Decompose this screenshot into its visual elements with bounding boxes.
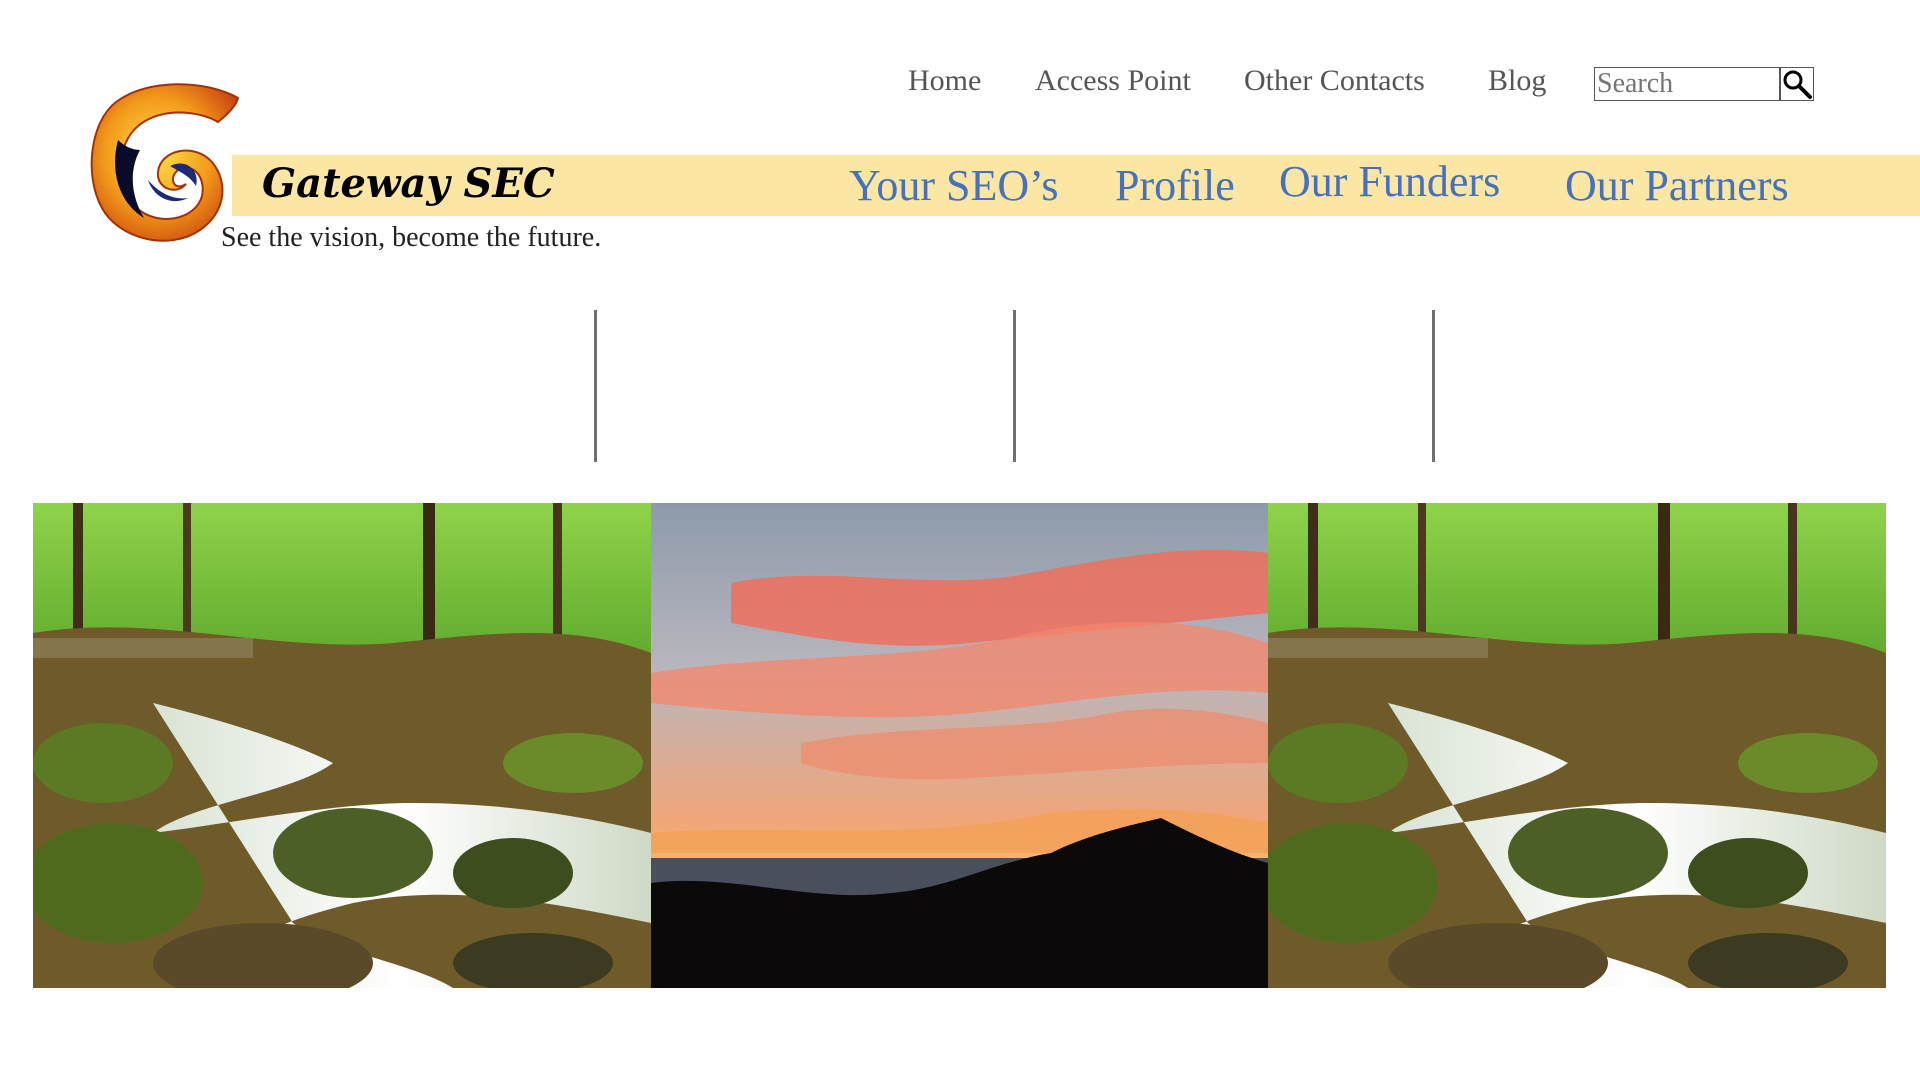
brand-tagline: See the vision, become the future. bbox=[221, 222, 602, 253]
forest-stream-photo bbox=[33, 503, 651, 988]
main-nav-profile[interactable]: Profile bbox=[1115, 160, 1235, 211]
main-nav-our-partners[interactable]: Our Partners bbox=[1565, 160, 1789, 211]
column-divider bbox=[1013, 310, 1016, 462]
nav-link-other-contacts[interactable]: Other Contacts bbox=[1244, 64, 1425, 98]
column-divider bbox=[594, 310, 597, 462]
forest-stream-photo bbox=[1268, 503, 1886, 988]
main-nav-your-seos[interactable]: Your SEO’s bbox=[849, 160, 1059, 211]
column-divider bbox=[1432, 310, 1435, 462]
nav-link-home[interactable]: Home bbox=[908, 64, 981, 98]
main-nav-our-funders[interactable]: Our Funders bbox=[1279, 156, 1500, 207]
nav-link-blog[interactable]: Blog bbox=[1488, 64, 1546, 98]
search-button[interactable] bbox=[1780, 67, 1814, 101]
brand-name: Gateway SEC bbox=[262, 160, 555, 207]
search-input[interactable] bbox=[1594, 67, 1780, 101]
magnifier-icon bbox=[1781, 70, 1813, 103]
nav-link-access-point[interactable]: Access Point bbox=[1035, 64, 1191, 98]
sunset-mountain-photo bbox=[651, 503, 1268, 988]
